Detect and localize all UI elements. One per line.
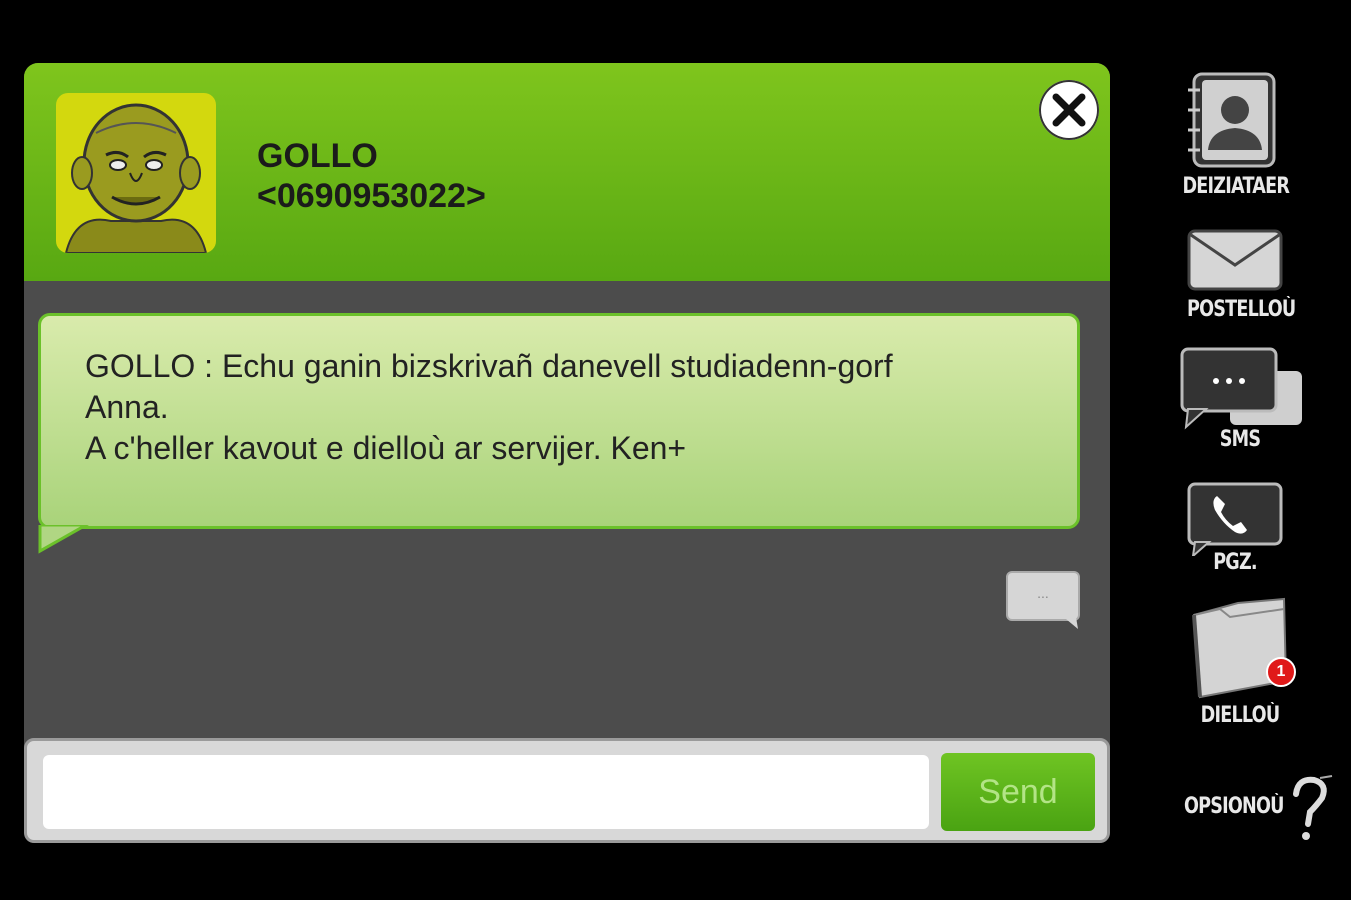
question-mark-icon (1293, 775, 1333, 840)
sms-bubbles-icon (1180, 347, 1302, 430)
message-line: Anna. (85, 389, 169, 425)
message-line: A c'heller kavout e dielloù ar servijer.… (85, 430, 687, 466)
close-button[interactable] (1039, 80, 1099, 140)
contact-number: <0690953022> (257, 177, 486, 215)
typing-bubble-icon (1006, 571, 1080, 629)
sidebar-item-opsionou[interactable]: OPSIONOÙ (1172, 772, 1333, 842)
message-text: GOLLO : Echu ganin bizskrivañ danevell s… (85, 346, 1045, 469)
chat-header: GOLLO <0690953022> (24, 63, 1110, 281)
notification-badge: 1 (1266, 657, 1296, 687)
sidebar-item-pgz[interactable]: PGZ. (1175, 478, 1295, 578)
typing-indicator: ... (1006, 571, 1080, 629)
message-bubble: GOLLO : Echu ganin bizskrivañ danevell s… (38, 313, 1080, 529)
contacts-book-icon (1188, 72, 1276, 168)
message-input[interactable] (43, 755, 929, 829)
sidebar-item-label: OPSIONOÙ (1184, 794, 1284, 819)
send-button[interactable]: Send (941, 753, 1095, 831)
message-line: GOLLO : Echu ganin bizskrivañ danevell s… (85, 348, 893, 384)
phone-icon (1187, 482, 1283, 559)
avatar (56, 93, 216, 253)
close-icon (1052, 93, 1086, 127)
contact-portrait-icon (64, 103, 208, 253)
sidebar-item-postellou[interactable]: POSTELLOÙ (1175, 225, 1296, 335)
sidebar-item-deiziataer[interactable]: DEIZIATAER (1170, 70, 1295, 205)
sidebar-item-sms[interactable]: SMS (1170, 343, 1310, 458)
sidebar-item-label: DEIZIATAER (1182, 174, 1290, 199)
sidebar-item-label: PGZ. (1213, 550, 1257, 575)
sidebar-item-label: DIELLOÙ (1200, 703, 1280, 728)
typing-dots: ... (1037, 585, 1049, 601)
compose-bar: Send (24, 738, 1110, 843)
chat-panel: GOLLO <0690953022> GOLLO : Echu ganin bi… (24, 63, 1110, 843)
envelope-icon (1187, 229, 1283, 291)
sidebar-item-label: POSTELLOÙ (1187, 297, 1296, 322)
sidebar-item-label: SMS (1219, 427, 1261, 452)
sidebar-item-diellou[interactable]: 1 DIELLOÙ (1180, 595, 1300, 735)
contact-name: GOLLO (257, 137, 378, 175)
bubble-tail (38, 525, 90, 554)
